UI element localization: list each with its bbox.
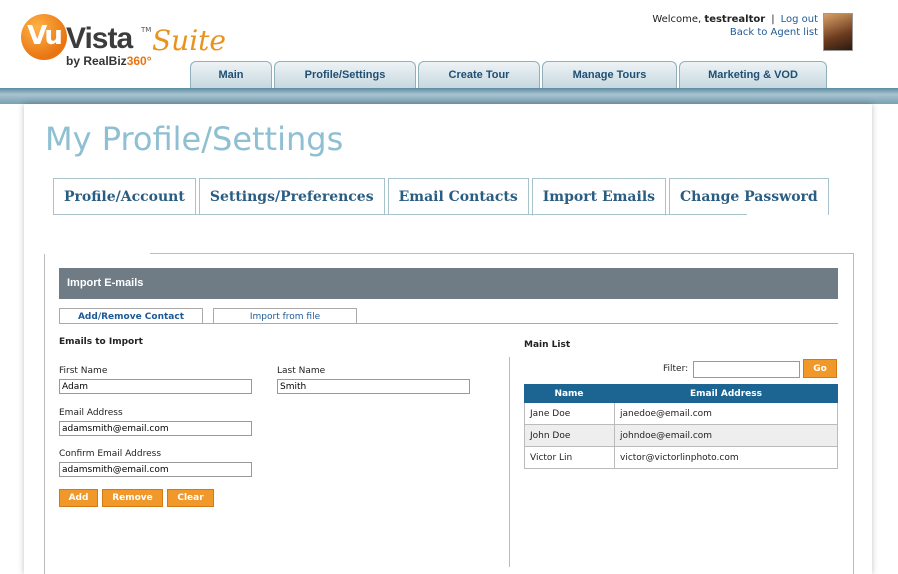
main-list-title: Main List	[524, 340, 571, 350]
tab-change-password[interactable]: Change Password	[669, 178, 829, 215]
top-nav: Main Profile/Settings Create Tour Manage…	[190, 61, 827, 88]
cell-name: Victor Lin	[525, 447, 615, 468]
email-field[interactable]	[59, 421, 252, 436]
cell-email: johndoe@email.com	[620, 430, 713, 441]
column-header-name[interactable]: Name	[524, 384, 614, 403]
panel-heading: Import E-mails	[59, 268, 838, 299]
tab-import-emails[interactable]: Import Emails	[531, 178, 667, 216]
header-bar	[0, 88, 898, 104]
add-button[interactable]: Add	[59, 489, 98, 507]
table-row[interactable]: John Doe johndoe@email.com	[524, 425, 838, 447]
panel-corner-gap	[44, 253, 150, 254]
emails-to-import-heading: Emails to Import	[59, 337, 143, 347]
last-name-label: Last Name	[277, 366, 326, 376]
filter-label: Filter:	[663, 364, 689, 374]
page-title: My Profile/Settings	[45, 120, 344, 158]
remove-button[interactable]: Remove	[102, 489, 163, 507]
logo-vista-text: Vista	[66, 22, 133, 55]
filter-input[interactable]	[693, 361, 800, 378]
logo-byline-degree: °	[146, 54, 152, 68]
table-row[interactable]: Victor Lin victor@victorlinphoto.com	[524, 447, 838, 469]
welcome-line: Welcome, testrealtor | Log out	[652, 14, 818, 25]
cell-name: John Doe	[525, 425, 615, 446]
logo-suite-text: Suite	[152, 24, 226, 57]
header-separator: |	[771, 14, 775, 25]
inner-tabs-underline	[59, 323, 838, 324]
last-name-field[interactable]	[277, 379, 470, 394]
table-header: Name Email Address	[524, 384, 838, 403]
logo-byline-360: 360	[126, 54, 147, 68]
first-name-label: First Name	[59, 366, 108, 376]
tab-profile-account[interactable]: Profile/Account	[53, 178, 196, 215]
logo-trademark: TM	[141, 26, 152, 34]
top-nav-profile-settings[interactable]: Profile/Settings	[274, 61, 416, 88]
confirm-email-label: Confirm Email Address	[59, 449, 162, 459]
welcome-prefix: Welcome,	[652, 14, 702, 25]
email-address-label: Email Address	[59, 408, 123, 418]
tab-settings-preferences[interactable]: Settings/Preferences	[198, 178, 385, 215]
top-nav-create-tour[interactable]: Create Tour	[418, 61, 540, 88]
confirm-email-field[interactable]	[59, 462, 252, 477]
column-divider	[509, 357, 510, 567]
top-nav-manage-tours[interactable]: Manage Tours	[542, 61, 677, 88]
tab-email-contacts[interactable]: Email Contacts	[387, 178, 529, 215]
table-row[interactable]: Jane Doe janedoe@email.com	[524, 403, 838, 425]
back-to-agent-list-link[interactable]: Back to Agent list	[730, 27, 818, 38]
logout-link[interactable]: Log out	[781, 14, 818, 25]
tab-import-from-file[interactable]: Import from file	[213, 308, 357, 324]
tab-add-remove-contact[interactable]: Add/Remove Contact	[59, 308, 203, 324]
first-name-field[interactable]	[59, 379, 252, 394]
cell-email: victor@victorlinphoto.com	[620, 452, 739, 463]
avatar	[823, 13, 853, 51]
logo-byline-text: by RealBiz	[66, 54, 127, 68]
sub-tabs-underline	[53, 214, 747, 215]
cell-name: Jane Doe	[525, 403, 615, 424]
logo-vu-mark: Vu	[21, 14, 67, 60]
username: testrealtor	[704, 14, 766, 25]
column-header-email[interactable]: Email Address	[614, 384, 838, 403]
go-button[interactable]: Go	[803, 359, 837, 378]
cell-email: janedoe@email.com	[620, 408, 712, 419]
logo-byline: by RealBiz360°	[66, 54, 152, 68]
top-nav-marketing-vod[interactable]: Marketing & VOD	[679, 61, 827, 88]
sub-tabs: Profile/Account Settings/Preferences Ema…	[53, 178, 829, 216]
top-nav-main[interactable]: Main	[190, 61, 272, 88]
clear-button[interactable]: Clear	[167, 489, 214, 507]
